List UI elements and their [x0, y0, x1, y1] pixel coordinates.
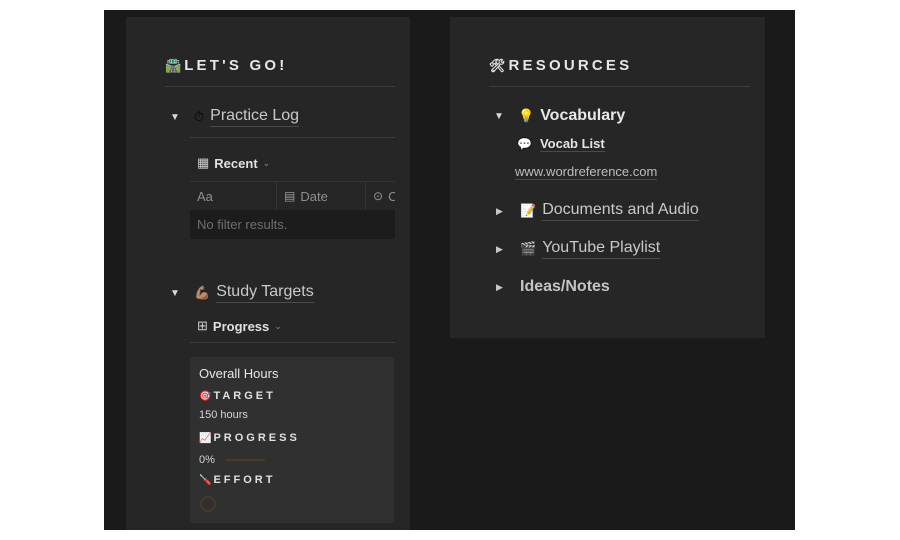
ideas-notes-title: Ideas/Notes	[520, 278, 610, 295]
column-header-date[interactable]: ▤ Date	[277, 182, 366, 210]
gallery-icon: ⊞	[197, 318, 208, 333]
column-select-label: C	[388, 188, 395, 204]
target-label: 🎯 TARGET	[199, 390, 276, 402]
no-filter-results: No filter results.	[190, 210, 395, 239]
triangle-right-icon[interactable]: ▶	[496, 244, 508, 255]
progress-bar	[225, 459, 265, 461]
documents-audio-link[interactable]: Documents and Audio	[542, 201, 699, 221]
study-targets-link[interactable]: Study Targets	[216, 283, 314, 303]
practice-log-link[interactable]: Practice Log	[210, 107, 300, 127]
ideas-notes-toggle[interactable]: ▶ Ideas/Notes	[496, 278, 610, 296]
progress-label-text: PROGRESS	[213, 432, 300, 444]
triangle-down-icon[interactable]: ▼	[494, 111, 506, 122]
resources-heading-text: RESOURCES	[508, 57, 633, 74]
lets-go-heading-text: LET'S GO!	[184, 57, 288, 74]
youtube-playlist-link[interactable]: YouTube Playlist	[542, 239, 661, 259]
memo-icon: 📝	[520, 203, 537, 218]
workspace: 🛣️ LET'S GO! ▼ ⏱ Practice Log ▦ Recent ⌄…	[104, 10, 795, 530]
speech-bubble-icon: 💬	[517, 137, 532, 151]
progress-view-divider	[190, 342, 395, 343]
overall-hours-card[interactable]: Overall Hours 🎯 TARGET 150 hours 📈 PROGR…	[190, 357, 394, 523]
target-value: 150 hours	[199, 409, 248, 421]
wordreference-link[interactable]: www.wordreference.com	[515, 164, 658, 180]
study-targets-toggle[interactable]: ▼ 💪🏽 Study Targets	[170, 283, 314, 303]
stopwatch-icon: ⏱	[194, 109, 205, 124]
clapper-board-icon: 🎬	[520, 241, 537, 256]
practice-log-divider	[190, 137, 395, 138]
triangle-right-icon[interactable]: ▶	[496, 282, 508, 293]
progress-view-tab[interactable]: ⊞ Progress ⌄	[197, 318, 282, 334]
vocab-list-row[interactable]: 💬 Vocab List	[517, 136, 605, 152]
chevron-down-icon[interactable]: ⌄	[263, 158, 271, 169]
column-date-label: Date	[300, 188, 328, 204]
road-icon: 🛣️	[165, 57, 182, 73]
effort-label: 🪛 EFFORT	[199, 474, 275, 486]
column-name-label: Aa	[197, 188, 213, 204]
recent-view-tab[interactable]: ▦ Recent ⌄	[197, 155, 270, 171]
triangle-down-icon[interactable]: ▼	[170, 288, 182, 299]
progress-value: 0%	[199, 454, 215, 466]
vocabulary-toggle[interactable]: ▼ 💡 Vocabulary	[494, 107, 625, 125]
chevron-down-icon[interactable]: ⌄	[274, 321, 282, 332]
practice-log-toggle[interactable]: ▼ ⏱ Practice Log	[170, 107, 300, 127]
select-icon: ⊙	[373, 189, 384, 203]
resources-column: 🛠 RESOURCES ▼ 💡 Vocabulary 💬 Vocab List …	[450, 17, 765, 338]
table-icon: ▦	[197, 155, 210, 170]
vocab-list-link[interactable]: Vocab List	[539, 136, 605, 152]
lets-go-heading: 🛣️ LET'S GO!	[165, 57, 287, 74]
practice-log-table-header: Aa ▤ Date ⊙ C	[190, 181, 395, 210]
column-header-select[interactable]: ⊙ C	[366, 182, 395, 210]
resources-heading: 🛠 RESOURCES	[489, 57, 632, 74]
light-bulb-icon: 💡	[518, 108, 535, 123]
chart-increasing-icon: 📈	[199, 432, 212, 444]
documents-audio-toggle[interactable]: ▶ 📝 Documents and Audio	[496, 201, 699, 221]
screwdriver-icon: 🪛	[199, 474, 212, 486]
heading-divider	[165, 86, 395, 87]
effort-progress-ring	[200, 496, 216, 512]
hammer-wrench-icon: 🛠	[489, 57, 506, 73]
column-header-name[interactable]: Aa	[190, 182, 277, 210]
lets-go-column: 🛣️ LET'S GO! ▼ ⏱ Practice Log ▦ Recent ⌄…	[126, 17, 410, 530]
calendar-icon: ▤	[284, 189, 296, 203]
youtube-playlist-toggle[interactable]: ▶ 🎬 YouTube Playlist	[496, 239, 661, 259]
progress-view-label: Progress	[212, 318, 270, 334]
dart-icon: 🎯	[199, 390, 212, 402]
triangle-down-icon[interactable]: ▼	[170, 112, 182, 123]
progress-label: 📈 PROGRESS	[199, 432, 300, 444]
vocabulary-title: Vocabulary	[540, 107, 626, 124]
recent-view-label: Recent	[214, 155, 258, 171]
resources-divider	[489, 86, 750, 87]
card-title: Overall Hours	[199, 366, 279, 381]
target-label-text: TARGET	[213, 390, 276, 402]
effort-label-text: EFFORT	[213, 474, 276, 486]
triangle-right-icon[interactable]: ▶	[496, 206, 508, 217]
flexed-biceps-icon: 💪🏽	[194, 285, 211, 300]
